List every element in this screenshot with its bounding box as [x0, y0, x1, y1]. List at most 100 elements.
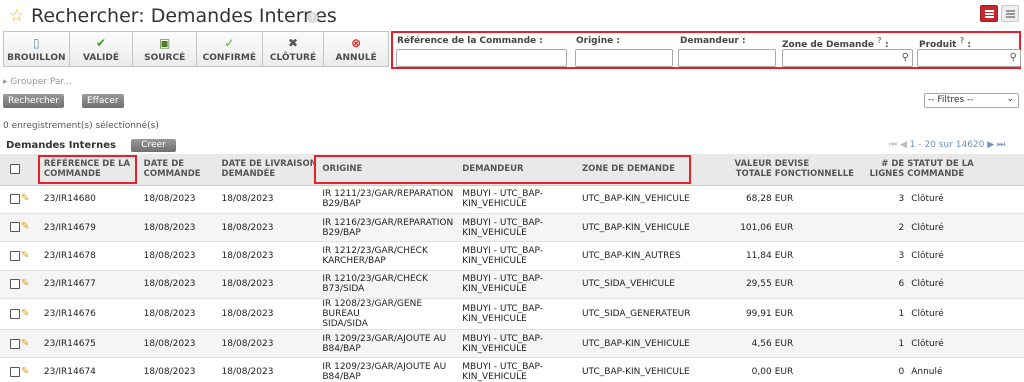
- edit-pencil-icon[interactable]: ✎: [21, 250, 29, 261]
- row-checkbox[interactable]: [10, 308, 20, 319]
- zone-filter-input[interactable]: ⚲: [782, 49, 913, 67]
- cell-delivery: 18/08/2023: [221, 194, 274, 205]
- table-row[interactable]: ✎ 23/IR14674 18/08/2023 18/08/2023 IR 1209/2…: [0, 358, 1024, 382]
- list-view-icon[interactable]: [980, 5, 998, 22]
- col-lines[interactable]: # DE LIGNES: [869, 154, 908, 186]
- check-circle-icon: ✔: [95, 36, 107, 50]
- prev-page-icon[interactable]: ◀: [900, 140, 907, 150]
- next-page-icon[interactable]: ▶: [987, 140, 994, 150]
- clear-button[interactable]: Effacer: [82, 94, 124, 108]
- col-currency[interactable]: DEVISE FONCTIONNELLE: [774, 154, 870, 186]
- table-row[interactable]: ✎ 23/IR14677 18/08/2023 18/08/2023 IR 1210/2…: [0, 270, 1024, 299]
- col-zone[interactable]: ZONE DE DEMANDE: [581, 154, 717, 186]
- cell-currency: EUR: [774, 338, 794, 349]
- col-status[interactable]: STATUT DE LA COMMANDE: [907, 154, 1024, 186]
- state-label: SOURCÉ: [144, 53, 186, 63]
- cell-total: 0,00: [751, 367, 772, 378]
- cell-status: Clôturé: [911, 194, 944, 205]
- cell-currency: EUR: [774, 279, 794, 290]
- state-button-4[interactable]: ✖ CLÔTURÉ: [263, 32, 325, 66]
- table-row[interactable]: ✎ 23/IR14675 18/08/2023 18/08/2023 IR 1209/2…: [0, 329, 1024, 358]
- cell-status: Clôturé: [911, 338, 944, 349]
- search-icon[interactable]: ⚲: [1010, 52, 1017, 63]
- cell-reference: 23/IR14674: [43, 367, 96, 378]
- search-icon[interactable]: ⚲: [902, 52, 909, 63]
- table-row[interactable]: ✎ 23/IR14679 18/08/2023 18/08/2023 IR 1216/2…: [0, 213, 1024, 242]
- col-requester[interactable]: DEMANDEUR: [462, 154, 582, 186]
- row-checkbox[interactable]: [10, 193, 20, 204]
- group-by-toggle[interactable]: ▸ Grouper Par...: [3, 77, 72, 87]
- cell-date: 18/08/2023: [143, 338, 196, 349]
- checkmark-icon: ✓: [224, 36, 235, 50]
- cell-delivery: 18/08/2023: [221, 338, 274, 349]
- search-filters: Référence de la Commande : Origine : Dem…: [391, 31, 1021, 69]
- edit-pencil-icon[interactable]: ✎: [21, 193, 29, 204]
- edit-pencil-icon[interactable]: ✎: [21, 338, 29, 349]
- reference-filter-label: Référence de la Commande :: [397, 36, 543, 46]
- cell-date: 18/08/2023: [143, 309, 196, 320]
- col-total[interactable]: VALEUR TOTALE: [716, 154, 775, 186]
- table-row[interactable]: ✎ 23/IR14676 18/08/2023 18/08/2023 IR 1208/2…: [0, 299, 1024, 330]
- reference-filter-input[interactable]: [396, 49, 567, 67]
- help-icon[interactable]: ?: [307, 12, 318, 23]
- requester-filter-label: Demandeur :: [680, 36, 746, 46]
- row-checkbox[interactable]: [10, 338, 20, 349]
- edit-pencil-icon[interactable]: ✎: [21, 366, 29, 377]
- cell-total: 101,06: [740, 222, 772, 233]
- row-checkbox[interactable]: [10, 222, 20, 233]
- state-button-2[interactable]: ▣ SOURCÉ: [133, 32, 197, 66]
- cancel-circle-icon: ⊗: [351, 36, 362, 50]
- cell-date: 18/08/2023: [143, 279, 196, 290]
- cell-currency: EUR: [774, 222, 794, 233]
- search-button[interactable]: Rechercher: [3, 94, 64, 108]
- state-button-5[interactable]: ⊗ ANNULÉ: [324, 32, 388, 66]
- cell-origin: IR 1211/23/GAR/REPARATION B29/BAP: [322, 189, 454, 210]
- cell-zone: UTC_BAP-KIN_AUTRES: [581, 250, 681, 261]
- first-page-icon[interactable]: ⏮: [889, 140, 897, 150]
- cell-currency: EUR: [774, 367, 794, 378]
- cell-status: Clôturé: [911, 222, 944, 233]
- state-label: CLÔTURÉ: [269, 53, 317, 63]
- col-delivery[interactable]: DATE DE LIVRAISON DEMANDÉE: [221, 154, 320, 186]
- col-date[interactable]: DATE DE COMMANDE: [143, 154, 222, 186]
- cell-delivery: 18/08/2023: [221, 250, 274, 261]
- cell-status: Annulé: [911, 367, 943, 378]
- cell-zone: UTC_SIDA_GENERATEUR: [581, 309, 691, 320]
- edit-pencil-icon[interactable]: ✎: [21, 222, 29, 232]
- grid-view-icon[interactable]: [1001, 5, 1019, 22]
- state-button-3[interactable]: ✓ CONFIRMÉ: [197, 32, 263, 66]
- state-button-1[interactable]: ✔ VALIDÉ: [70, 32, 134, 66]
- product-filter-input[interactable]: ⚲: [917, 49, 1021, 67]
- select-all-checkbox[interactable]: [10, 164, 20, 174]
- cell-currency: EUR: [774, 309, 794, 320]
- state-label: VALIDÉ: [82, 53, 119, 63]
- state-button-0[interactable]: ▯ BROUILLON: [4, 32, 70, 66]
- favorite-star-icon[interactable]: ☆: [9, 6, 24, 26]
- row-checkbox[interactable]: [10, 279, 20, 290]
- cell-origin: IR 1209/23/GAR/AJOUTE AU B84/BAP: [322, 362, 447, 382]
- edit-pencil-icon[interactable]: ✎: [21, 279, 29, 289]
- requester-filter-input[interactable]: [678, 49, 776, 67]
- cell-reference: 23/IR14678: [43, 250, 96, 261]
- product-filter-label: Produit ? :: [919, 36, 971, 50]
- create-button[interactable]: Creer: [131, 139, 176, 152]
- row-checkbox[interactable]: [10, 250, 20, 261]
- cell-zone: UTC_SIDA_VEHICULE: [581, 279, 675, 290]
- cell-delivery: 18/08/2023: [221, 222, 274, 233]
- edit-pencil-icon[interactable]: ✎: [21, 308, 29, 319]
- cell-date: 18/08/2023: [143, 250, 196, 261]
- col-reference[interactable]: RÉFÉRENCE DE LA COMMANDE: [43, 154, 144, 186]
- cell-status: Clôturé: [911, 279, 944, 290]
- cell-zone: UTC_BAP-KIN_VEHICULE: [581, 194, 690, 205]
- cell-lines: 2: [898, 222, 905, 233]
- cell-reference: 23/IR14676: [43, 309, 96, 320]
- table-row[interactable]: ✎ 23/IR14678 18/08/2023 18/08/2023 IR 1212/2…: [0, 242, 1024, 271]
- table-row[interactable]: ✎ 23/IR14680 18/08/2023 18/08/2023 IR 1211/2…: [0, 185, 1024, 214]
- col-origin[interactable]: ORIGINE: [319, 154, 463, 186]
- cell-lines: 1: [898, 338, 905, 349]
- cell-origin: IR 1212/23/GAR/CHECK KARCHER/BAP: [322, 245, 428, 266]
- origin-filter-input[interactable]: [575, 49, 673, 67]
- row-checkbox[interactable]: [10, 366, 20, 377]
- last-page-icon[interactable]: ⏭: [997, 140, 1005, 150]
- filters-dropdown[interactable]: -- Filtres -- ⌄: [924, 93, 1019, 108]
